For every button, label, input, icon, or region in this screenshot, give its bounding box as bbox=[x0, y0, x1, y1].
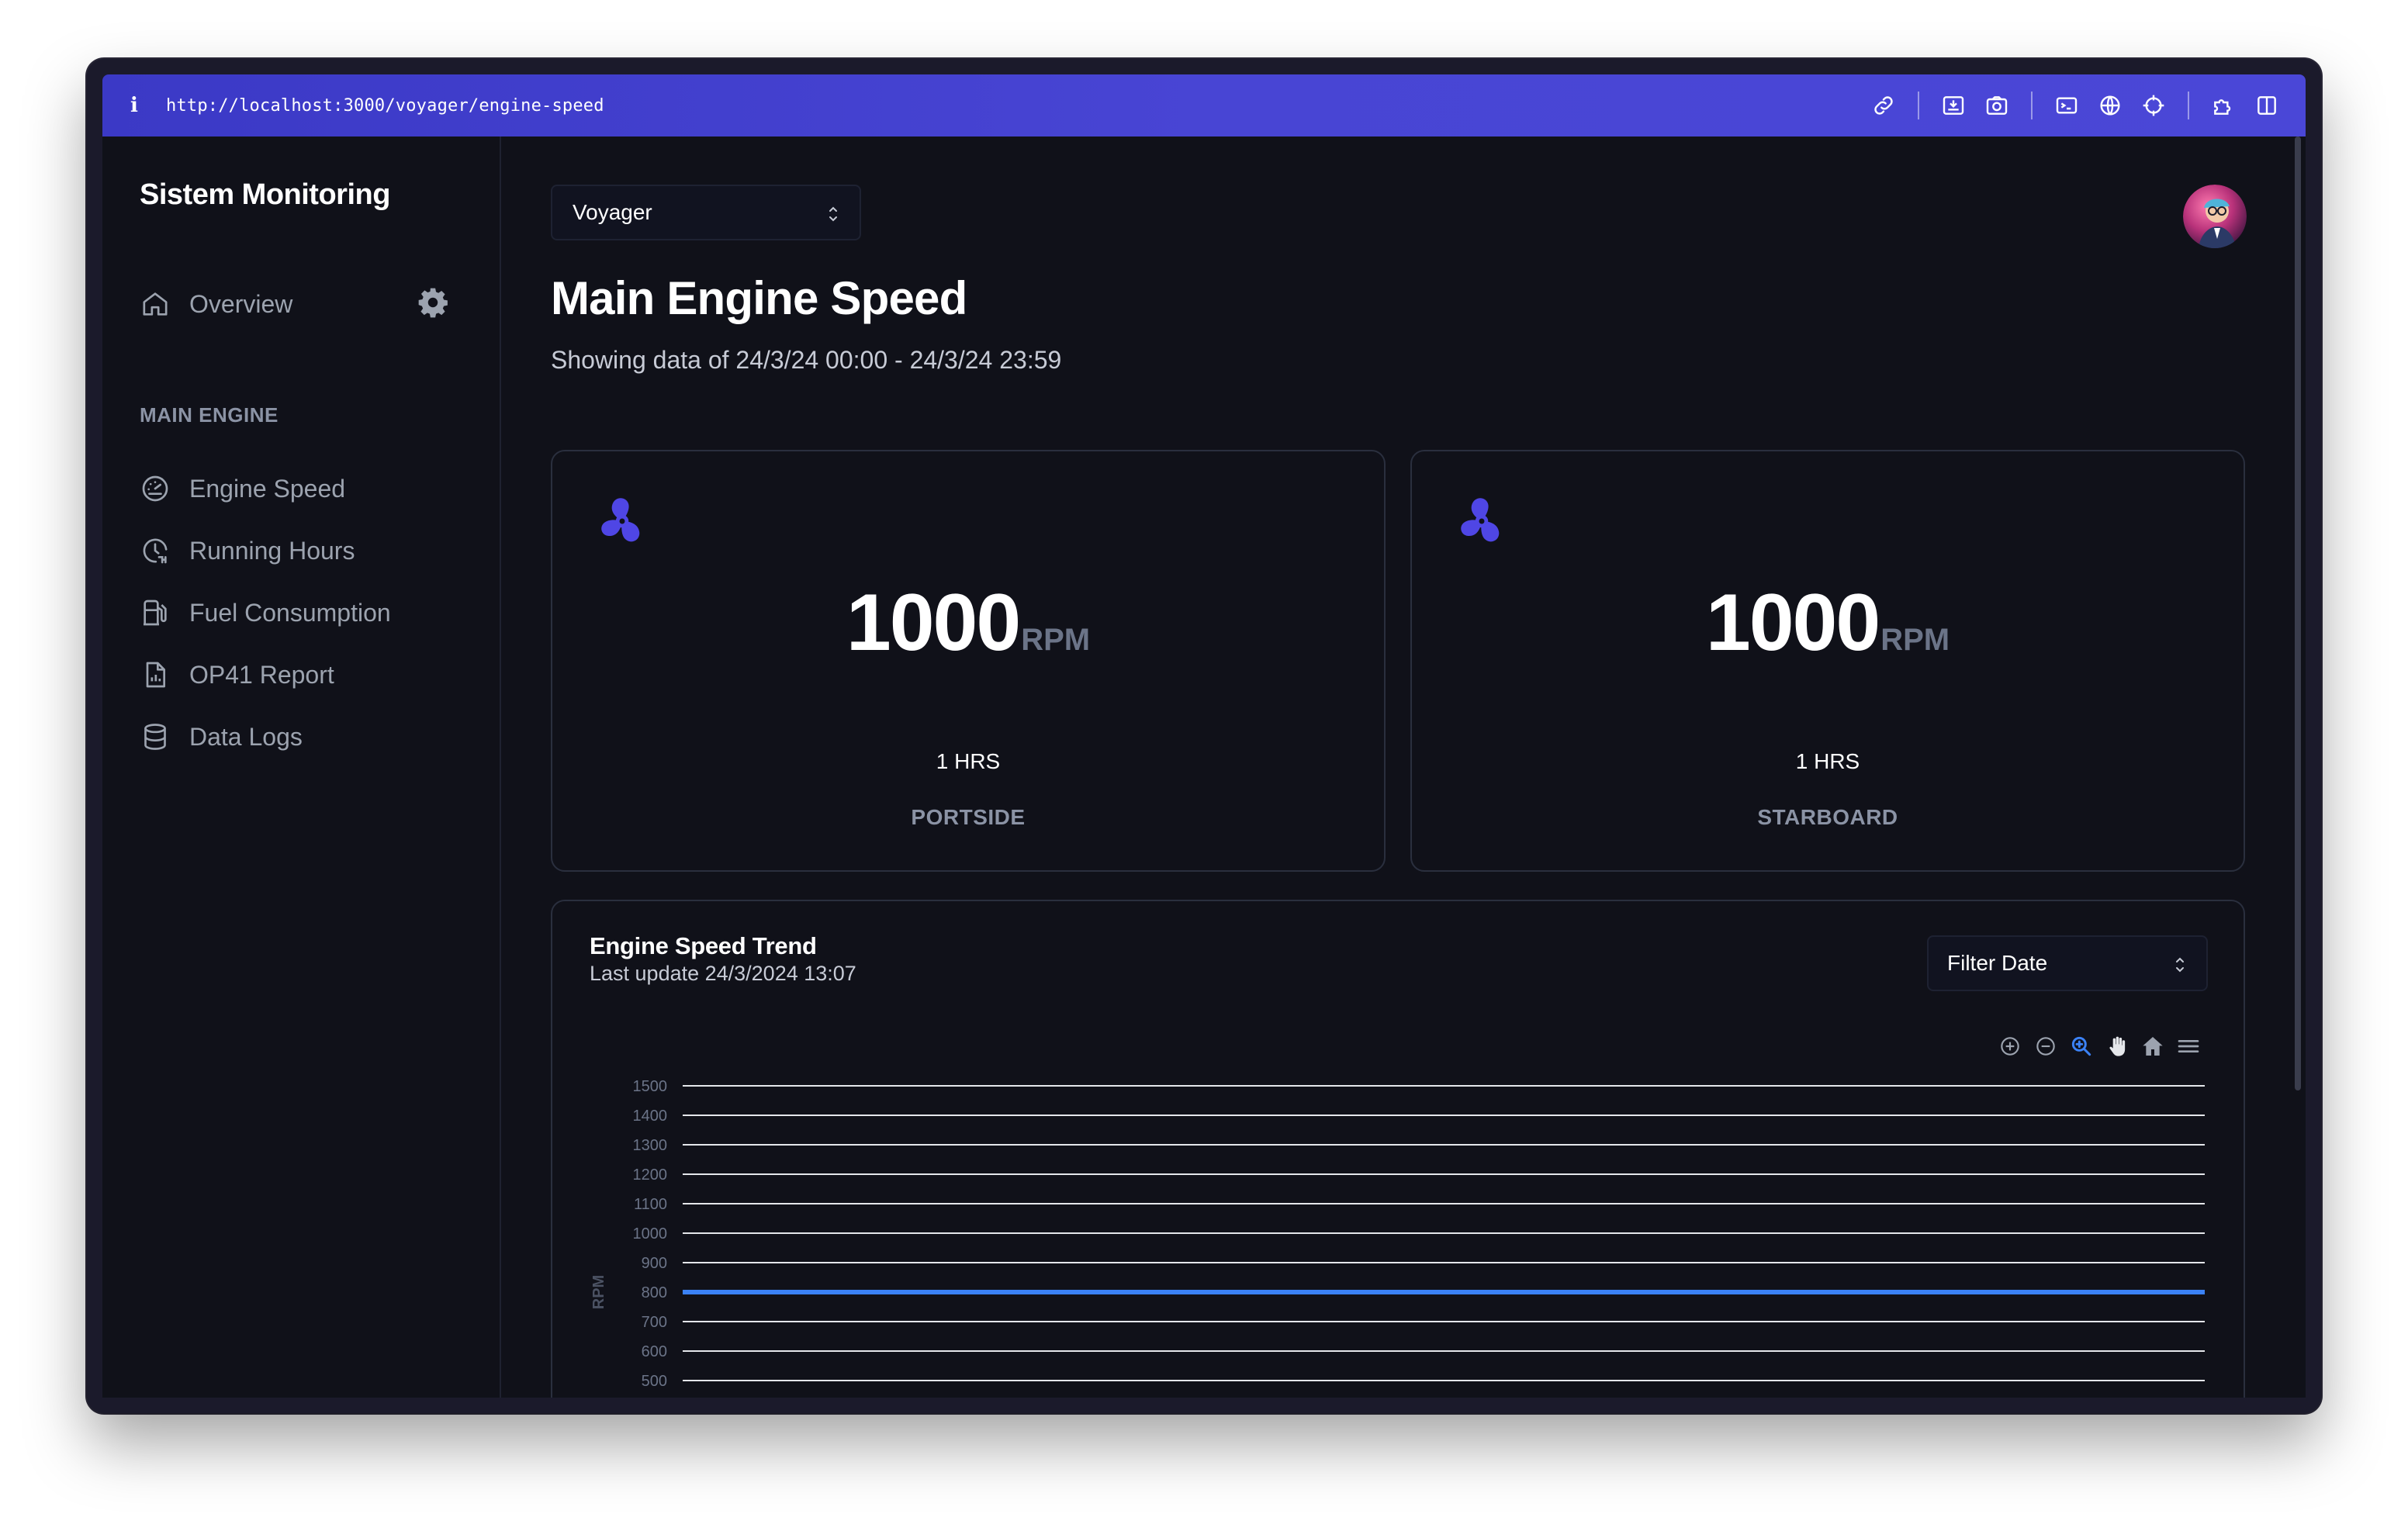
sidebar-item-label: Overview bbox=[189, 289, 293, 318]
sidebar-item-fuel-consumption[interactable]: Fuel Consumption bbox=[140, 597, 391, 628]
page-subtitle: Showing data of 24/3/24 00:00 - 24/3/24 … bbox=[551, 346, 1062, 374]
toolbar-divider bbox=[2031, 92, 2033, 119]
avatar[interactable] bbox=[2183, 185, 2247, 248]
url-text[interactable]: http://localhost:3000/voyager/engine-spe… bbox=[166, 96, 604, 116]
y-tick-label: 1000 bbox=[633, 1225, 668, 1242]
viewport: i http://localhost:3000/voyager/engine-s… bbox=[102, 74, 2306, 1398]
main-content: Voyager Main Engine Speed Showing data o… bbox=[501, 137, 2290, 1398]
page-scrollbar[interactable] bbox=[2290, 137, 2306, 1398]
extension-icon[interactable] bbox=[2202, 74, 2245, 137]
y-tick-label: 1300 bbox=[633, 1137, 668, 1154]
fuel-pump-icon bbox=[144, 600, 167, 626]
gear-icon[interactable] bbox=[416, 285, 450, 320]
report-icon bbox=[146, 662, 165, 688]
y-tick-label: 1100 bbox=[634, 1196, 667, 1213]
propeller-icon bbox=[1461, 498, 1500, 542]
app-brand: Sistem Monitoring bbox=[140, 178, 390, 211]
y-tick-label: 1400 bbox=[633, 1108, 668, 1125]
running-hours-value: 1 HRS bbox=[936, 749, 1001, 773]
toolbar-divider bbox=[2188, 92, 2189, 119]
portside-card: 1000RPM 1 HRS PORTSIDE bbox=[551, 450, 1386, 872]
terminal-icon[interactable] bbox=[2045, 74, 2088, 137]
rpm-value: 1000 bbox=[846, 578, 1021, 668]
y-tick-label: 800 bbox=[642, 1284, 667, 1301]
sidebar-item-op41-report[interactable]: OP41 Report bbox=[140, 659, 334, 690]
scrollbar-thumb[interactable] bbox=[2295, 137, 2301, 1090]
sidebar-item-label: Fuel Consumption bbox=[189, 598, 391, 627]
url-bar-tools bbox=[1862, 74, 2289, 137]
y-tick-label: 900 bbox=[642, 1255, 667, 1272]
rpm-value: 1000 bbox=[1705, 578, 1880, 668]
chevron-up-down-icon bbox=[829, 206, 837, 222]
link-icon[interactable] bbox=[1862, 74, 1905, 137]
rpm-readout: 1000RPM bbox=[552, 577, 1384, 669]
y-tick-label: 1500 bbox=[633, 1078, 668, 1095]
home-icon bbox=[143, 292, 168, 316]
y-tick-label: 1200 bbox=[633, 1166, 668, 1184]
vessel-select-value: Voyager bbox=[573, 200, 652, 224]
info-icon[interactable]: i bbox=[130, 94, 154, 117]
section-title-main-engine: MAIN ENGINE bbox=[140, 403, 279, 427]
sidebar-item-overview[interactable]: Overview bbox=[140, 289, 292, 320]
gauge-icon bbox=[142, 475, 168, 502]
clock-history-icon bbox=[143, 538, 168, 564]
engine-side-label: STARBOARD bbox=[1757, 805, 1898, 829]
crosshair-icon[interactable] bbox=[2132, 74, 2175, 137]
y-tick-label: 700 bbox=[642, 1314, 667, 1331]
rpm-readout: 1000RPM bbox=[1412, 577, 2244, 669]
starboard-card: 1000RPM 1 HRS STARBOARD bbox=[1410, 450, 2245, 872]
propeller-icon bbox=[601, 498, 640, 542]
sidebar-item-engine-speed[interactable]: Engine Speed bbox=[140, 473, 345, 504]
sidebar-item-label: Engine Speed bbox=[189, 474, 346, 503]
running-hours-value: 1 HRS bbox=[1795, 749, 1860, 773]
rpm-unit: RPM bbox=[1880, 623, 1950, 657]
vessel-select[interactable]: Voyager bbox=[551, 185, 861, 240]
sidebar-item-label: OP41 Report bbox=[189, 660, 334, 689]
y-tick-label: 500 bbox=[642, 1373, 667, 1390]
browser-window: i http://localhost:3000/voyager/engine-s… bbox=[87, 59, 2321, 1413]
y-axis-label: RPM bbox=[590, 1275, 607, 1309]
globe-icon[interactable] bbox=[2088, 74, 2132, 137]
url-bar[interactable]: i http://localhost:3000/voyager/engine-s… bbox=[102, 74, 2306, 137]
rpm-unit: RPM bbox=[1021, 623, 1091, 657]
sidebar-item-running-hours[interactable]: Running Hours bbox=[140, 535, 355, 566]
split-view-icon[interactable] bbox=[2245, 74, 2289, 137]
sidebar-item-label: Data Logs bbox=[189, 722, 303, 751]
engine-speed-trend-card: Engine Speed Trend Last update 24/3/2024… bbox=[551, 900, 2245, 1398]
engine-speed-chart[interactable]: 1500 1400 1300 1200 1100 1000 900 800 700 600 500 R… bbox=[552, 901, 2244, 1398]
page-title: Main Engine Speed bbox=[551, 272, 967, 324]
sidebar-item-data-logs[interactable]: Data Logs bbox=[140, 721, 303, 752]
engine-side-label: PORTSIDE bbox=[911, 805, 1026, 829]
toolbar-divider bbox=[1918, 92, 1919, 119]
database-icon bbox=[144, 724, 166, 750]
camera-icon[interactable] bbox=[1975, 74, 2019, 137]
download-icon[interactable] bbox=[1932, 74, 1975, 137]
y-tick-label: 600 bbox=[642, 1343, 667, 1360]
sidebar-item-label: Running Hours bbox=[189, 536, 355, 565]
sidebar: Sistem Monitoring Overview MAIN ENGINE E… bbox=[102, 137, 501, 1398]
